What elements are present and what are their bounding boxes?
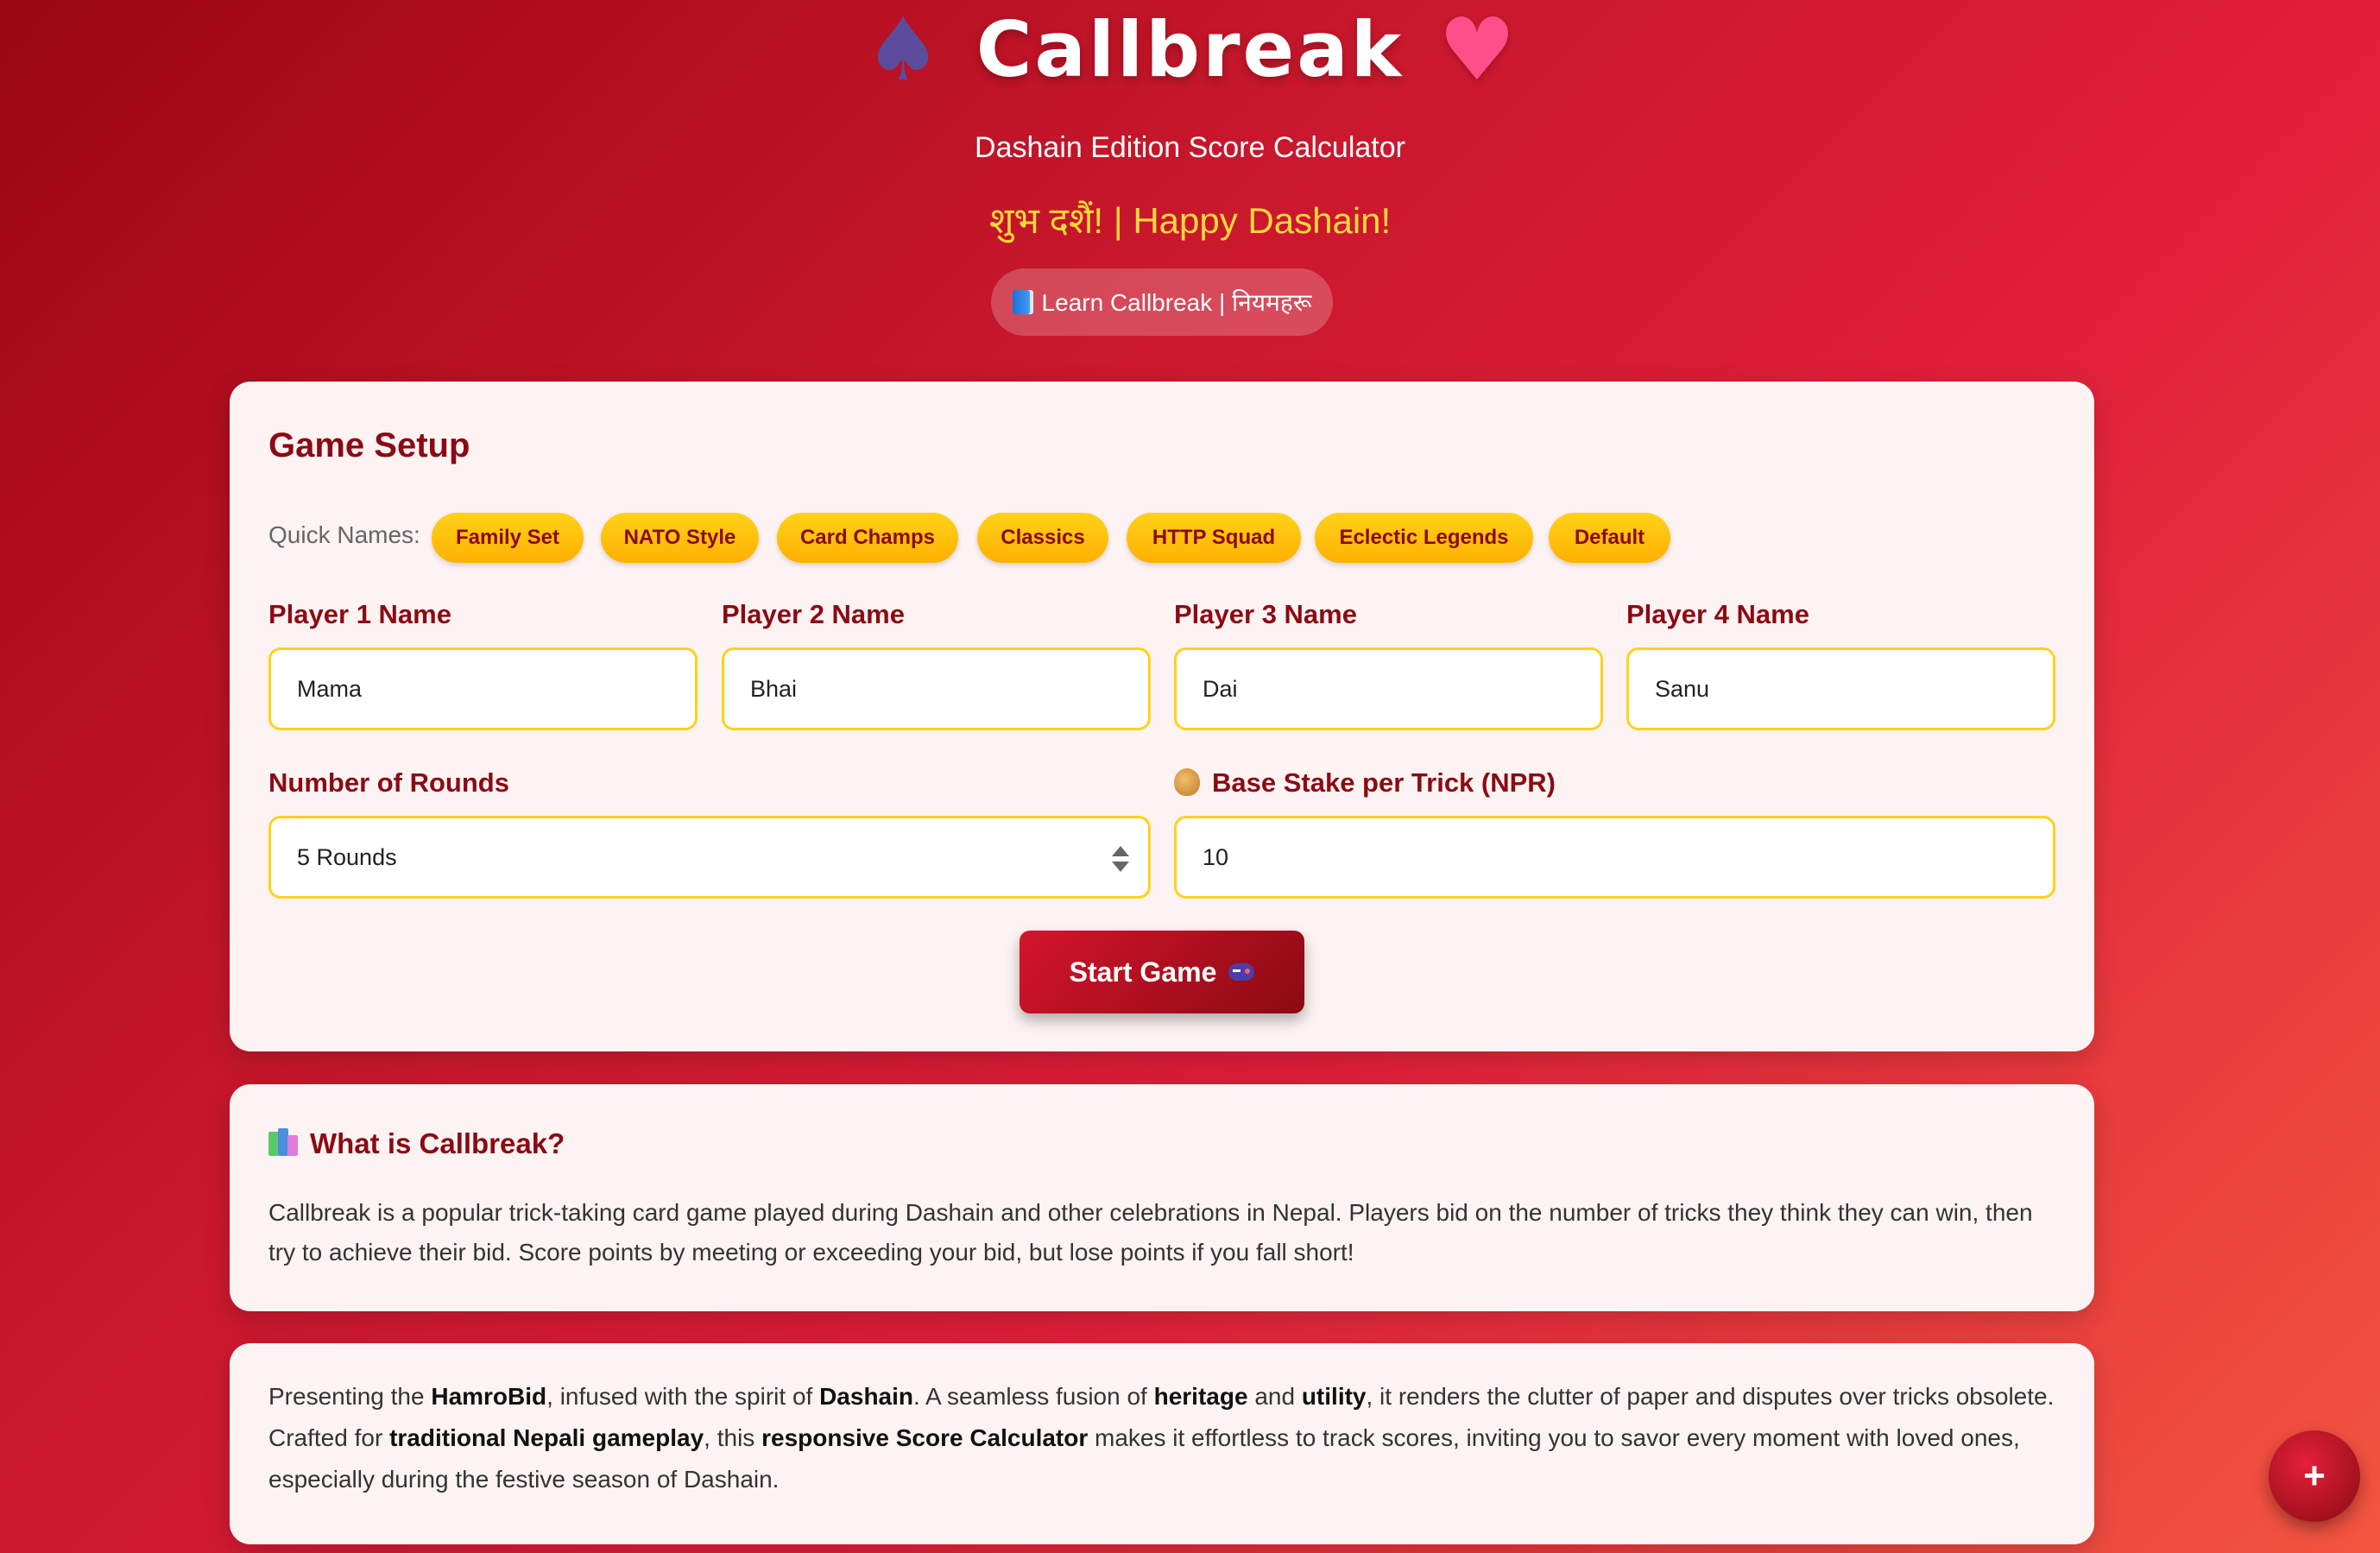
game-setup-title: Game Setup	[268, 426, 470, 464]
money-bag-icon	[1174, 767, 1200, 796]
quick-name-family-set[interactable]: Family Set	[432, 513, 584, 563]
player-3-label: Player 3 Name	[1174, 599, 1357, 629]
stake-label-wrap: Base Stake per Trick (NPR)	[1174, 767, 1556, 799]
rounds-label: Number of Rounds	[268, 767, 509, 798]
title-row: ♠ Callbreak ♥	[0, 5, 2380, 94]
what-title-text: What is Callbreak?	[310, 1127, 565, 1159]
book-icon	[1012, 290, 1033, 314]
game-setup-card: Game Setup Quick Names: Family Set NATO …	[230, 382, 2094, 1051]
quick-name-nato-style[interactable]: NATO Style	[601, 513, 759, 563]
rounds-select-value: 5 Rounds	[297, 843, 397, 870]
what-is-callbreak-text: Callbreak is a popular trick-taking card…	[268, 1199, 2033, 1266]
quick-name-http-squad[interactable]: HTTP Squad	[1127, 513, 1301, 563]
quick-names-label: Quick Names:	[268, 521, 420, 548]
player-4-name-input[interactable]: Sanu	[1626, 647, 2055, 730]
start-game-label: Start Game	[1069, 956, 1217, 988]
app-title: Callbreak	[975, 5, 1405, 94]
heart-icon: ♥	[1438, 0, 1516, 100]
quick-name-default[interactable]: Default	[1549, 513, 1670, 563]
player-3-name-input[interactable]: Dai	[1174, 647, 1603, 730]
quick-name-card-champs[interactable]: Card Champs	[777, 513, 958, 563]
base-stake-input[interactable]: 10	[1174, 816, 2055, 899]
stake-label: Base Stake per Trick (NPR)	[1212, 767, 1556, 798]
about-text: Presenting the HamroBid, infused with th…	[268, 1383, 2055, 1493]
books-icon	[268, 1128, 298, 1157]
gamepad-icon	[1228, 963, 1255, 981]
player-1-name-input[interactable]: Mama	[268, 647, 698, 730]
about-card: Presenting the HamroBid, infused with th…	[230, 1343, 2094, 1544]
player-4-label: Player 4 Name	[1626, 599, 1809, 629]
learn-button-label: Learn Callbreak | नियमहरू	[1041, 289, 1312, 316]
quick-name-classics[interactable]: Classics	[977, 513, 1108, 563]
player-2-name-input[interactable]: Bhai	[722, 647, 1151, 730]
player-2-label: Player 2 Name	[722, 599, 905, 629]
select-arrows-icon	[1112, 846, 1129, 872]
player-1-label: Player 1 Name	[268, 599, 451, 629]
rounds-select[interactable]: 5 Rounds	[268, 816, 1151, 899]
greeting: शुभ दशैं! | Happy Dashain!	[988, 200, 1392, 241]
spade-icon: ♠	[864, 0, 942, 100]
quick-name-eclectic-legends[interactable]: Eclectic Legends	[1315, 513, 1533, 563]
start-game-button[interactable]: Start Game	[1020, 931, 1304, 1013]
subtitle: Dashain Edition Score Calculator	[975, 131, 1405, 164]
learn-callbreak-button[interactable]: Learn Callbreak | नियमहरू	[991, 268, 1333, 336]
what-is-callbreak-heading: What is Callbreak?	[268, 1127, 565, 1160]
add-floating-button[interactable]: +	[2269, 1430, 2360, 1522]
what-is-callbreak-card: What is Callbreak? Callbreak is a popula…	[230, 1084, 2094, 1311]
